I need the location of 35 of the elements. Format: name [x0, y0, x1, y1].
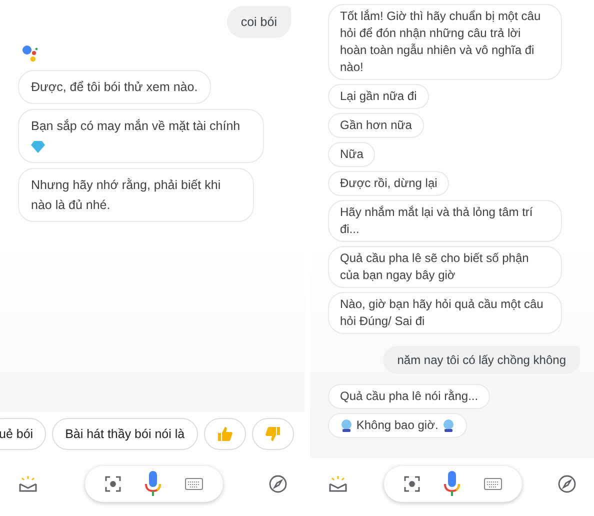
lens-icon[interactable]	[404, 476, 420, 492]
assistant-message: Quả cầu pha lê sẽ cho biết số phận của bạn ngay bây giờ	[328, 246, 562, 288]
assistant-logo-icon	[22, 45, 38, 63]
keyboard-icon[interactable]	[484, 478, 502, 490]
suggestion-chip[interactable]: uẻ bói	[0, 418, 46, 450]
suggestion-chip[interactable]: Bài hát thầy bói nói là	[52, 418, 198, 450]
assistant-message: Được rồi, dừng lại	[328, 171, 450, 196]
keyboard-icon[interactable]	[184, 478, 202, 490]
assistant-message: Lại gần nữa đi	[328, 84, 429, 109]
assistant-message: Quả cầu pha lê nói rằng...	[328, 384, 490, 409]
updates-tray-icon[interactable]	[328, 475, 348, 493]
thumbs-up-icon	[216, 426, 233, 442]
assistant-message: Không bao giờ.	[328, 413, 467, 438]
microphone-icon[interactable]	[144, 470, 160, 498]
updates-tray-icon[interactable]	[18, 475, 38, 493]
assistant-message: Nào, giờ bạn hãy hỏi quả cầu một câu hỏi Đúng/ Sai đi	[328, 292, 562, 334]
thumbs-down-chip[interactable]	[252, 418, 294, 450]
microphone-icon[interactable]	[444, 470, 460, 498]
assistant-message: Hãy nhắm mắt lại và thả lỏng tâm trí đi...	[328, 200, 562, 242]
user-message: năm nay tôi có lấy chồng không	[383, 346, 580, 374]
crystal-ball-icon	[340, 419, 353, 432]
thumbs-down-icon	[264, 426, 281, 442]
assistant-message: Nữa	[328, 142, 376, 167]
compass-icon[interactable]	[269, 475, 287, 493]
assistant-message: Bạn sắp có may mắn về mặt tài chính	[18, 109, 264, 163]
lens-icon[interactable]	[104, 476, 120, 492]
compass-icon[interactable]	[558, 475, 576, 493]
assistant-message: Gần hơn nữa	[328, 113, 424, 138]
thumbs-up-chip[interactable]	[204, 418, 246, 450]
gem-icon	[31, 140, 45, 154]
assistant-message: Nhưng hãy nhớ rằng, phải biết khi nào là đủ nhé.	[18, 168, 254, 222]
crystal-ball-icon	[442, 419, 455, 432]
user-message: coi bói	[226, 6, 291, 38]
assistant-message: Được, để tôi bói thử xem nào.	[18, 70, 211, 104]
assistant-message: Tốt lắm! Giờ thì hãy chuẩn bị một câu hỏi để đón nhận những câu trả lời hoàn toàn ngẫu nhiên và vô nghĩa đi nào!	[328, 4, 562, 80]
